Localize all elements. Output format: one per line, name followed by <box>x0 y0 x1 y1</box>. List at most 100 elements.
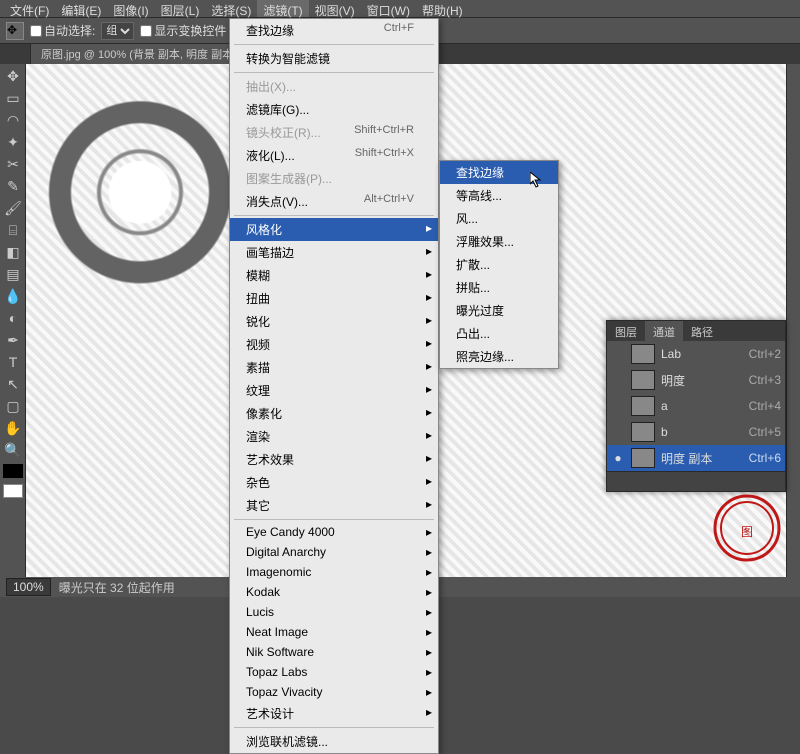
menu-item[interactable]: Lucis▸ <box>230 602 438 622</box>
menu-item[interactable]: Digital Anarchy▸ <box>230 542 438 562</box>
brush-tool[interactable]: 🖌 <box>2 198 24 218</box>
channel-thumb <box>631 344 655 364</box>
menu-0[interactable]: 文件(F) <box>4 0 55 17</box>
menu-item[interactable]: Topaz Labs▸ <box>230 662 438 682</box>
menu-item[interactable]: 模糊▸ <box>230 264 438 287</box>
channel-name: a <box>661 399 668 413</box>
menu-item[interactable]: 其它▸ <box>230 494 438 517</box>
group-select[interactable]: 组 <box>101 22 134 40</box>
move-tool-icon[interactable]: ✥ <box>6 22 24 40</box>
svg-text:图: 图 <box>741 525 753 539</box>
crop-tool[interactable]: ✂ <box>2 154 24 174</box>
auto-select-checkbox[interactable]: 自动选择: <box>30 22 95 39</box>
menu-bar: 文件(F)编辑(E)图像(I)图层(L)选择(S)滤镜(T)视图(V)窗口(W)… <box>0 0 800 18</box>
panel-tab[interactable]: 通道 <box>645 321 683 341</box>
submenu-item[interactable]: 浮雕效果... <box>440 230 558 253</box>
show-transform-checkbox[interactable]: 显示变换控件 <box>140 22 226 39</box>
submenu-item[interactable]: 照亮边缘... <box>440 345 558 368</box>
channel-name: Lab <box>661 347 681 361</box>
menu-item[interactable]: 滤镜库(G)... <box>230 98 438 121</box>
menu-5[interactable]: 滤镜(T) <box>257 0 308 17</box>
menu-2[interactable]: 图像(I) <box>107 0 154 17</box>
channel-shortcut: Ctrl+3 <box>749 373 781 387</box>
document-tab[interactable]: 原图.jpg @ 100% (背景 副本, 明度 副本/8) <box>30 43 257 65</box>
type-tool[interactable]: T <box>2 352 24 372</box>
menu-item[interactable]: 消失点(V)...Alt+Ctrl+V <box>230 190 438 213</box>
menu-item[interactable]: Neat Image▸ <box>230 622 438 642</box>
menu-item[interactable]: 锐化▸ <box>230 310 438 333</box>
menu-item[interactable]: Kodak▸ <box>230 582 438 602</box>
shape-tool[interactable]: ▢ <box>2 396 24 416</box>
menu-item[interactable]: 画笔描边▸ <box>230 241 438 264</box>
menu-3[interactable]: 图层(L) <box>155 0 206 17</box>
menu-item[interactable]: 液化(L)...Shift+Ctrl+X <box>230 144 438 167</box>
submenu-item[interactable]: 拼贴... <box>440 276 558 299</box>
dodge-tool[interactable]: ◐ <box>2 308 24 328</box>
menu-1[interactable]: 编辑(E) <box>55 0 107 17</box>
submenu-item[interactable]: 查找边缘 <box>440 161 558 184</box>
marquee-tool[interactable]: ▭ <box>2 88 24 108</box>
pen-tool[interactable]: ✒ <box>2 330 24 350</box>
menu-item[interactable]: 艺术效果▸ <box>230 448 438 471</box>
panel-tab[interactable]: 图层 <box>607 321 645 341</box>
menu-item[interactable]: Eye Candy 4000▸ <box>230 522 438 542</box>
menu-item[interactable]: 纹理▸ <box>230 379 438 402</box>
menu-item[interactable]: 视频▸ <box>230 333 438 356</box>
submenu-item[interactable]: 凸出... <box>440 322 558 345</box>
eyedropper-tool[interactable]: ✎ <box>2 176 24 196</box>
submenu-item[interactable]: 扩散... <box>440 253 558 276</box>
blur-tool[interactable]: 💧 <box>2 286 24 306</box>
channel-row[interactable]: 明度Ctrl+3 <box>607 367 785 393</box>
stylize-submenu: 查找边缘等高线...风...浮雕效果...扩散...拼贴...曝光过度凸出...… <box>439 160 559 369</box>
stamp-tool[interactable]: ⌸ <box>2 220 24 240</box>
menu-item[interactable]: 艺术设计▸ <box>230 702 438 725</box>
menu-item[interactable]: 渲染▸ <box>230 425 438 448</box>
menu-item[interactable]: 查找边缘Ctrl+F <box>230 19 438 42</box>
foreground-color[interactable] <box>3 464 23 478</box>
channel-name: 明度 副本 <box>661 450 712 467</box>
channel-name: b <box>661 425 668 439</box>
menu-6[interactable]: 视图(V) <box>309 0 361 17</box>
filter-menu: 查找边缘Ctrl+F转换为智能滤镜抽出(X)...滤镜库(G)...镜头校正(R… <box>229 18 439 754</box>
menu-item[interactable]: Topaz Vivacity▸ <box>230 682 438 702</box>
gradient-tool[interactable]: ▤ <box>2 264 24 284</box>
channel-thumb <box>631 370 655 390</box>
menu-4[interactable]: 选择(S) <box>205 0 257 17</box>
background-color[interactable] <box>3 484 23 498</box>
menu-item[interactable]: 浏览联机滤镜... <box>230 730 438 753</box>
zoom-level[interactable]: 100% <box>6 578 51 596</box>
channel-shortcut: Ctrl+4 <box>749 399 781 413</box>
wand-tool[interactable]: ✦ <box>2 132 24 152</box>
channel-thumb <box>631 422 655 442</box>
submenu-item[interactable]: 风... <box>440 207 558 230</box>
visibility-icon[interactable]: ● <box>611 451 625 465</box>
menu-item[interactable]: 像素化▸ <box>230 402 438 425</box>
menu-item[interactable]: Nik Software▸ <box>230 642 438 662</box>
menu-item[interactable]: 扭曲▸ <box>230 287 438 310</box>
lasso-tool[interactable]: ◠ <box>2 110 24 130</box>
menu-item[interactable]: Imagenomic▸ <box>230 562 438 582</box>
hand-tool[interactable]: ✋ <box>2 418 24 438</box>
status-message: 曝光只在 32 位起作用 <box>59 579 175 596</box>
channel-row[interactable]: bCtrl+5 <box>607 419 785 445</box>
menu-7[interactable]: 窗口(W) <box>361 0 416 17</box>
menu-item[interactable]: 杂色▸ <box>230 471 438 494</box>
channel-row[interactable]: a Ctrl+4 <box>607 393 785 419</box>
menu-8[interactable]: 帮助(H) <box>416 0 469 17</box>
channel-shortcut: Ctrl+6 <box>749 451 781 465</box>
channel-row[interactable]: LabCtrl+2 <box>607 341 785 367</box>
zoom-tool[interactable]: 🔍 <box>2 440 24 460</box>
submenu-item[interactable]: 曝光过度 <box>440 299 558 322</box>
watermark: 图 <box>712 486 782 571</box>
submenu-item[interactable]: 等高线... <box>440 184 558 207</box>
right-dock <box>786 64 800 577</box>
eraser-tool[interactable]: ◧ <box>2 242 24 262</box>
channel-row[interactable]: ● 明度 副本 Ctrl+6 <box>607 445 785 471</box>
move-tool[interactable]: ✥ <box>2 66 24 86</box>
menu-item[interactable]: 素描▸ <box>230 356 438 379</box>
panel-tab[interactable]: 路径 <box>683 321 721 341</box>
path-tool[interactable]: ↖ <box>2 374 24 394</box>
menu-item[interactable]: 转换为智能滤镜 <box>230 47 438 70</box>
menu-item[interactable]: 风格化▸ <box>230 218 438 241</box>
panel-tabs: 图层通道路径 <box>607 321 785 341</box>
